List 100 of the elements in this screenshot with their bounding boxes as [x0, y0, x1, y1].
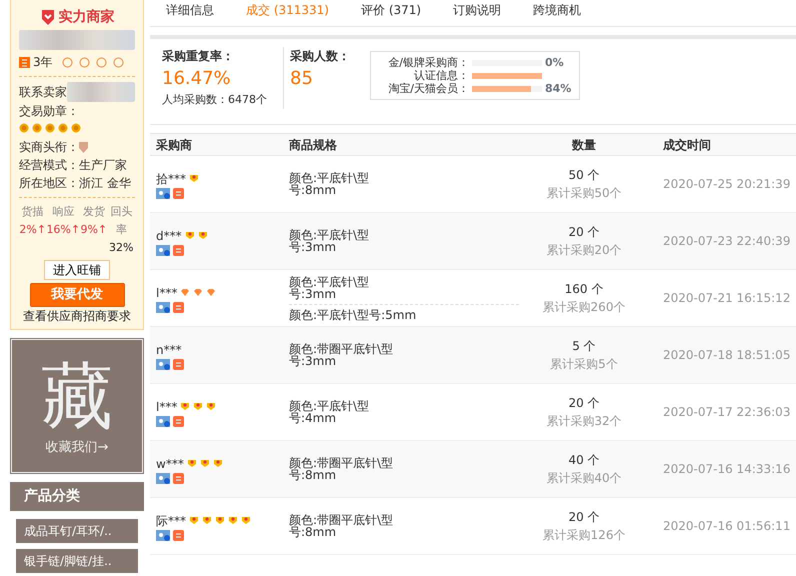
- score-label: 回头率: [109, 204, 134, 238]
- score-value: 16%↑: [46, 222, 80, 238]
- spec-text: 颜色:平底针\型号:3mm: [289, 227, 370, 256]
- spec-text: 颜色:平底针\型号:5mm: [289, 304, 519, 324]
- column-header: 采购商: [155, 136, 193, 154]
- cumulative-text: 累计采购5个: [549, 356, 619, 373]
- crown-icon: [228, 514, 238, 524]
- cumulative-text: 累计采购32个: [545, 413, 623, 430]
- requirements-link[interactable]: 查看供应商招商要求: [23, 309, 131, 323]
- buyer-name: d***: [156, 228, 182, 242]
- spec-text: 颜色:带圈平底针\型号:3mm: [289, 341, 394, 370]
- shield-icon: [79, 142, 88, 154]
- tab[interactable]: 评价 (371): [345, 0, 438, 26]
- region-text: 所在地区：浙江 金华: [19, 175, 132, 192]
- spec-text: 颜色:平底针\型号:8mm: [289, 170, 370, 199]
- buyer-name: l***: [156, 286, 178, 300]
- spec-text: 颜色:平底针\型号:3mm: [289, 274, 370, 302]
- time-text: 2020-07-25 20:21:39: [663, 177, 790, 191]
- id-card-icon: [156, 358, 170, 370]
- time-text: 2020-07-17 22:36:03: [663, 405, 790, 419]
- time-text: 2020-07-18 18:51:05: [663, 348, 790, 362]
- crown-icon: [180, 400, 190, 410]
- diamond-icon: [180, 288, 190, 296]
- buyer-name: 际***: [156, 514, 186, 528]
- cumulative-text: 累计采购20个: [545, 242, 623, 259]
- certification-icon: [78, 56, 90, 68]
- id-card-icon: [156, 530, 170, 540]
- crown-icon: [198, 230, 208, 240]
- score-label: 货描: [20, 204, 45, 220]
- quantity-text: 160 个: [564, 281, 604, 298]
- quantity-text: 40 个: [567, 452, 601, 469]
- crown-icon: [202, 514, 212, 524]
- time-text: 2020-07-21 16:15:12: [663, 291, 790, 305]
- id-card-icon: [156, 416, 170, 426]
- tag-icon: [173, 188, 184, 198]
- crown-icon: [215, 514, 225, 524]
- tag-icon: [173, 358, 184, 370]
- time-text: 2020-07-16 01:56:11: [663, 519, 790, 533]
- crown-icon: [200, 458, 210, 468]
- quantity-text: 20 个: [567, 509, 601, 526]
- time-text: 2020-07-16 14:33:16: [663, 462, 790, 476]
- medals-label: 交易勋章：: [19, 104, 79, 118]
- crown-icon: [189, 172, 199, 182]
- meter-reading: 84%: [545, 82, 572, 95]
- contact-label: 联系卖家: [19, 84, 67, 101]
- crown-icon: [184, 230, 195, 240]
- spec-text: 颜色:带圈平底针\型号:8mm: [289, 512, 394, 541]
- spec-text: 颜色:平底针\型号:4mm: [289, 398, 370, 427]
- spec-text: 颜色:带圈平底针\型号:8mm: [289, 455, 394, 484]
- column-header: 成交时间: [662, 136, 712, 154]
- cumulative-text: 累计采购50个: [545, 185, 623, 202]
- business-mode-text: 经营模式：生产厂家: [19, 157, 128, 174]
- tag-icon: [173, 302, 184, 312]
- time-text: 2020-07-23 22:40:39: [663, 234, 790, 248]
- crown-icon: [241, 514, 251, 524]
- repeat-label: 采购重复率：: [162, 48, 235, 65]
- buyers-value: 85: [290, 67, 314, 91]
- crown-icon: [193, 400, 204, 410]
- banner-glyph: 藏: [41, 354, 113, 438]
- repeat-value: 16.47%: [162, 67, 232, 91]
- quantity-text: 20 个: [567, 395, 601, 412]
- tab[interactable]: 详细信息: [150, 0, 230, 26]
- quantity-text: 50 个: [567, 167, 601, 184]
- shield-logo-icon: [40, 8, 56, 26]
- id-card-icon: [156, 472, 170, 484]
- category-item[interactable]: 成品耳钉/耳环/..: [16, 519, 138, 543]
- score-label: 发货: [82, 204, 106, 220]
- score-value: 9%↑: [80, 222, 108, 238]
- certification-icon: [96, 56, 107, 68]
- banner-caption: 收藏我们→: [46, 439, 108, 458]
- category-item[interactable]: 银手链/脚链/挂..: [16, 549, 138, 573]
- years-text: 3年: [33, 54, 53, 71]
- badge-icon: [19, 56, 30, 68]
- tag-icon: [173, 530, 184, 540]
- category-title: 产品分类: [10, 482, 144, 511]
- shop-button[interactable]: 进入旺铺: [44, 260, 110, 280]
- diamond-icon: [193, 288, 204, 296]
- redacted-block: [67, 82, 135, 102]
- meter-label: 认证信息：: [413, 69, 469, 82]
- score-value: 2%↑: [19, 222, 46, 238]
- cumulative-text: 累计采购40个: [545, 470, 623, 487]
- meter-label: 金/银牌采购商：: [387, 56, 469, 69]
- tab[interactable]: 跨境商机: [517, 0, 598, 26]
- id-card-icon: [156, 302, 170, 312]
- id-card-icon: [156, 188, 170, 198]
- tag-icon: [173, 416, 184, 426]
- crown-icon: [206, 400, 216, 410]
- brand-title: 实力商家: [58, 8, 114, 26]
- meter-reading: 0%: [545, 56, 564, 69]
- buyer-name: w***: [156, 456, 184, 470]
- column-header: 数量: [570, 136, 597, 154]
- diamond-icon: [206, 288, 216, 296]
- crown-icon: [189, 514, 199, 524]
- score-label: 响应: [51, 204, 76, 220]
- buyer-name: l***: [156, 400, 178, 414]
- tag-icon: [173, 472, 184, 484]
- favorite-banner[interactable]: 藏 收藏我们→: [11, 339, 143, 473]
- quantity-text: 20 个: [567, 224, 601, 241]
- certification-icon: [62, 56, 73, 68]
- tab[interactable]: 订购说明: [437, 0, 518, 26]
